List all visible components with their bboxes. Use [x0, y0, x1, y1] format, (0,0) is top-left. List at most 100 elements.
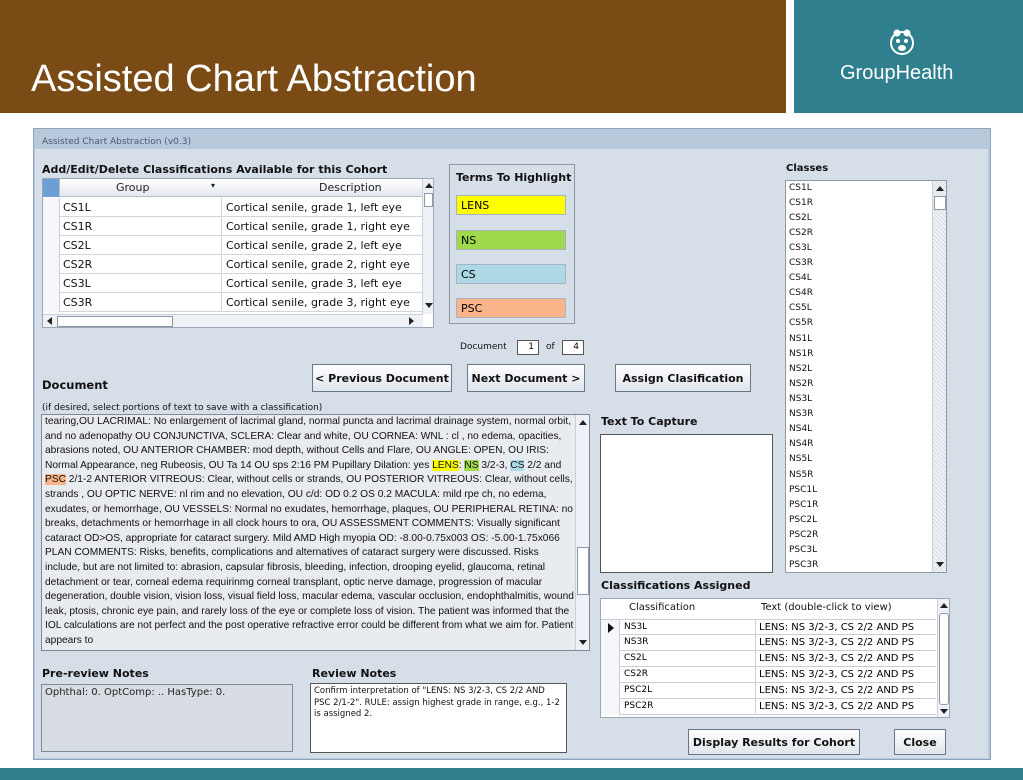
table-row[interactable]: CS3L Cortical senile, grade 3, left eye [43, 274, 423, 293]
scroll-right-icon[interactable] [409, 317, 414, 325]
scroll-up-icon[interactable] [579, 420, 587, 425]
table-row[interactable]: CS1L Cortical senile, grade 1, left eye [43, 198, 423, 217]
classes-scrollbar[interactable] [932, 181, 946, 572]
scroll-down-icon[interactable] [940, 709, 948, 714]
row-classification[interactable]: CS2L [624, 653, 647, 663]
list-item[interactable]: CS1R [789, 198, 813, 208]
row-text[interactable]: LENS: NS 3/2-3, CS 2/2 AND PS [759, 701, 914, 712]
list-item[interactable]: PSC1L [789, 485, 817, 495]
column-description[interactable]: Description [319, 181, 382, 194]
document-text-segment[interactable]: 2/1-2 ANTERIOR VITREOUS: Clear, without … [45, 474, 574, 646]
row-classification[interactable]: PSC2R [624, 701, 653, 711]
term-psc[interactable]: PSC [456, 298, 566, 318]
row-selector[interactable] [43, 198, 60, 217]
row-text[interactable]: LENS: NS 3/2-3, CS 2/2 AND PS [759, 653, 914, 664]
text-capture-field[interactable] [600, 434, 773, 573]
previous-document-button[interactable]: < Previous Document [312, 364, 452, 392]
row-text[interactable]: LENS: NS 3/2-3, CS 2/2 AND PS [759, 637, 914, 648]
table-row[interactable]: CS3R Cortical senile, grade 3, right eye [43, 293, 423, 312]
highlight-lens[interactable]: LENS [432, 459, 459, 471]
document-text-segment[interactable]: 2/2 and [524, 460, 561, 471]
display-results-button[interactable]: Display Results for Cohort [688, 729, 860, 755]
column-classification[interactable]: Classification [629, 602, 695, 613]
row-group[interactable]: CS3L [63, 277, 91, 290]
list-item[interactable]: CS3R [789, 258, 813, 268]
list-item[interactable]: CS4L [789, 273, 812, 283]
row-selector[interactable] [43, 274, 60, 293]
list-item[interactable]: PSC1R [789, 500, 818, 510]
term-ns[interactable]: NS [456, 230, 566, 250]
document-number-field[interactable]: 1 [517, 340, 539, 355]
row-selector[interactable] [43, 217, 60, 236]
highlight-ns[interactable]: NS [464, 459, 479, 471]
list-item[interactable]: CS2L [789, 213, 812, 223]
table-row[interactable]: CS1R Cortical senile, grade 1, right eye [43, 217, 423, 236]
list-item[interactable]: PSC3L [789, 545, 817, 555]
list-item[interactable]: PSC2L [789, 515, 817, 525]
assigned-scrollbar[interactable] [937, 599, 949, 717]
grid-horizontal-scrollbar[interactable] [43, 314, 423, 327]
document-text-segment[interactable]: 3/2-3, [479, 460, 511, 471]
list-item[interactable]: NS3R [789, 409, 813, 419]
scroll-down-icon[interactable] [425, 303, 433, 308]
table-row[interactable]: CS2L Cortical senile, grade 2, left eye [43, 236, 423, 255]
scroll-up-icon[interactable] [940, 603, 948, 608]
list-item[interactable]: NS1R [789, 349, 813, 359]
scroll-thumb[interactable] [934, 196, 946, 210]
list-item[interactable]: CS3L [789, 243, 812, 253]
row-group[interactable]: CS2R [63, 258, 92, 271]
document-scrollbar[interactable] [575, 415, 589, 650]
row-group[interactable]: CS1L [63, 201, 91, 214]
row-selector[interactable] [43, 236, 60, 255]
row-selector[interactable] [43, 293, 60, 312]
row-selector[interactable] [601, 620, 620, 636]
scroll-up-icon[interactable] [425, 183, 433, 188]
list-item[interactable]: CS5R [789, 318, 813, 328]
term-cs[interactable]: CS [456, 264, 566, 284]
scroll-thumb[interactable] [939, 613, 949, 705]
row-selector[interactable] [601, 667, 620, 683]
row-text[interactable]: LENS: NS 3/2-3, CS 2/2 AND PS [759, 622, 914, 633]
column-text[interactable]: Text (double-click to view) [761, 602, 892, 613]
preview-notes-field[interactable]: Ophthal: 0. OptComp: .. HasType: 0. [41, 684, 293, 752]
classes-list[interactable]: CS1L CS1R CS2L CS2R CS3L CS3R CS4L CS4R … [785, 180, 947, 573]
scroll-up-icon[interactable] [936, 186, 944, 191]
scroll-left-icon[interactable] [47, 317, 52, 325]
assign-classification-button[interactable]: Assign Clasification [615, 364, 751, 392]
grid-vertical-scrollbar[interactable] [422, 179, 433, 314]
row-selector[interactable] [601, 683, 620, 699]
list-item[interactable]: NS4L [789, 424, 812, 434]
scroll-thumb[interactable] [57, 316, 173, 327]
document-text-area[interactable]: tearing,OU LACRIMAL: No enlargement of l… [41, 414, 590, 651]
row-selector[interactable] [601, 699, 620, 715]
row-description[interactable]: Cortical senile, grade 3, left eye [226, 277, 402, 290]
table-row[interactable]: NS3L LENS: NS 3/2-3, CS 2/2 AND PS [601, 619, 936, 636]
next-document-button[interactable]: Next Document > [467, 364, 585, 392]
list-item[interactable]: NS2L [789, 364, 812, 374]
scroll-thumb[interactable] [424, 193, 433, 207]
row-selector[interactable] [43, 255, 60, 274]
table-row[interactable]: PSC2L LENS: NS 3/2-3, CS 2/2 AND PS [601, 683, 936, 699]
list-item[interactable]: PSC2R [789, 530, 818, 540]
list-item[interactable]: NS1L [789, 334, 812, 344]
list-item[interactable]: NS5L [789, 454, 812, 464]
table-row[interactable]: PSC2R LENS: NS 3/2-3, CS 2/2 AND PS [601, 699, 936, 715]
list-item[interactable]: PSC3R [789, 560, 818, 570]
table-row[interactable]: NS3R LENS: NS 3/2-3, CS 2/2 AND PS [601, 635, 936, 651]
row-group[interactable]: CS2L [63, 239, 91, 252]
list-item[interactable]: NS2R [789, 379, 813, 389]
row-group[interactable]: CS1R [63, 220, 92, 233]
row-description[interactable]: Cortical senile, grade 1, right eye [226, 220, 410, 233]
review-notes-field[interactable]: Confirm interpretation of "LENS: NS 3/2-… [310, 683, 567, 753]
row-classification[interactable]: PSC2L [624, 685, 652, 695]
row-classification[interactable]: NS3R [624, 637, 648, 647]
list-item[interactable]: CS2R [789, 228, 813, 238]
row-description[interactable]: Cortical senile, grade 1, left eye [226, 201, 402, 214]
list-item[interactable]: NS3L [789, 394, 812, 404]
row-text[interactable]: LENS: NS 3/2-3, CS 2/2 AND PS [759, 685, 914, 696]
term-lens[interactable]: LENS [456, 195, 566, 215]
scroll-thumb[interactable] [577, 547, 589, 595]
row-description[interactable]: Cortical senile, grade 2, left eye [226, 239, 402, 252]
highlight-cs[interactable]: CS [510, 459, 525, 471]
list-item[interactable]: CS1L [789, 183, 812, 193]
